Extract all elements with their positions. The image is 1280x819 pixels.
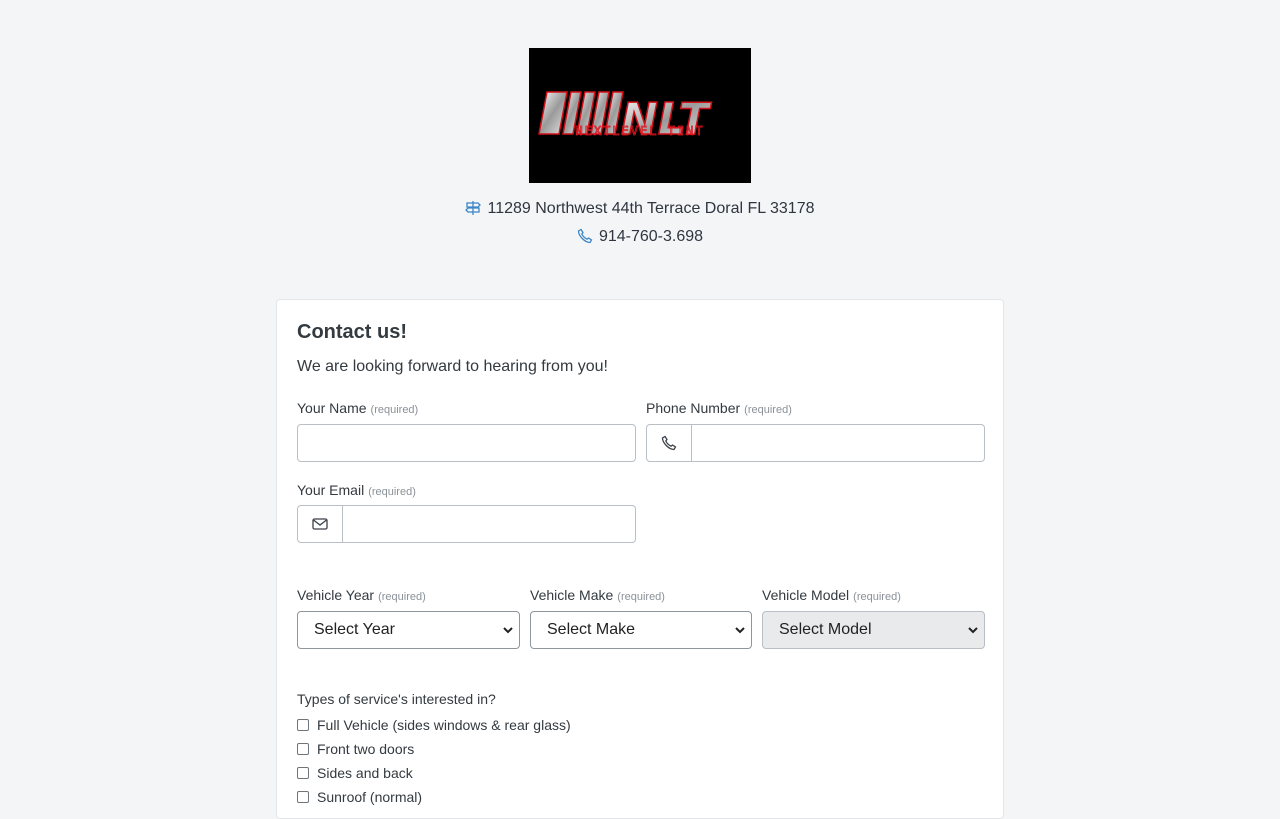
service-option-full-vehicle[interactable]: Full Vehicle (sides windows & rear glass… bbox=[297, 717, 571, 733]
service-option-sides-and-back[interactable]: Sides and back bbox=[297, 765, 413, 781]
email-input[interactable] bbox=[343, 505, 636, 543]
chevron-down-icon bbox=[503, 627, 513, 634]
phone-input-addon bbox=[646, 424, 692, 462]
name-input[interactable] bbox=[297, 424, 636, 462]
email-input-addon bbox=[297, 505, 343, 543]
phone-line: 914-760-3.698 bbox=[0, 228, 1280, 249]
form-title: Contact us! bbox=[297, 321, 407, 343]
vehicle-model-label: Vehicle Model (required) bbox=[762, 587, 901, 603]
vehicle-year-label: Vehicle Year (required) bbox=[297, 587, 426, 603]
envelope-icon bbox=[312, 518, 328, 530]
phone-number-input[interactable] bbox=[692, 424, 985, 462]
form-subtitle: We are looking forward to hearing from y… bbox=[297, 358, 608, 375]
company-logo: NLT NEXTLEVEL TINT bbox=[529, 48, 751, 183]
address-line: 11289 Northwest 44th Terrace Doral FL 33… bbox=[0, 200, 1280, 221]
services-label: Types of service's interested in? bbox=[297, 691, 496, 707]
chevron-down-icon bbox=[968, 627, 978, 634]
address-text: 11289 Northwest 44th Terrace Doral FL 33… bbox=[487, 200, 815, 217]
checkbox[interactable] bbox=[297, 719, 309, 731]
phone-icon bbox=[577, 228, 593, 249]
email-label: Your Email (required) bbox=[297, 482, 416, 498]
signpost-icon bbox=[465, 200, 482, 221]
checkbox[interactable] bbox=[297, 767, 309, 779]
service-option-front-two-doors[interactable]: Front two doors bbox=[297, 741, 414, 757]
checkbox[interactable] bbox=[297, 743, 309, 755]
service-option-sunroof[interactable]: Sunroof (normal) bbox=[297, 789, 422, 805]
contact-form-card: Contact us! We are looking forward to he… bbox=[276, 299, 1004, 819]
vehicle-make-label: Vehicle Make (required) bbox=[530, 587, 665, 603]
name-label: Your Name (required) bbox=[297, 400, 419, 416]
phone-icon bbox=[661, 435, 677, 451]
logo-text: NEXTLEVEL TINT bbox=[575, 124, 704, 138]
phone-number-label: Phone Number (required) bbox=[646, 400, 792, 416]
phone-text[interactable]: 914-760-3.698 bbox=[599, 228, 703, 245]
chevron-down-icon bbox=[735, 627, 745, 634]
checkbox[interactable] bbox=[297, 791, 309, 803]
vehicle-year-select[interactable]: Select Year bbox=[297, 611, 520, 649]
vehicle-model-select[interactable]: Select Model bbox=[762, 611, 985, 649]
vehicle-make-select[interactable]: Select Make bbox=[530, 611, 752, 649]
